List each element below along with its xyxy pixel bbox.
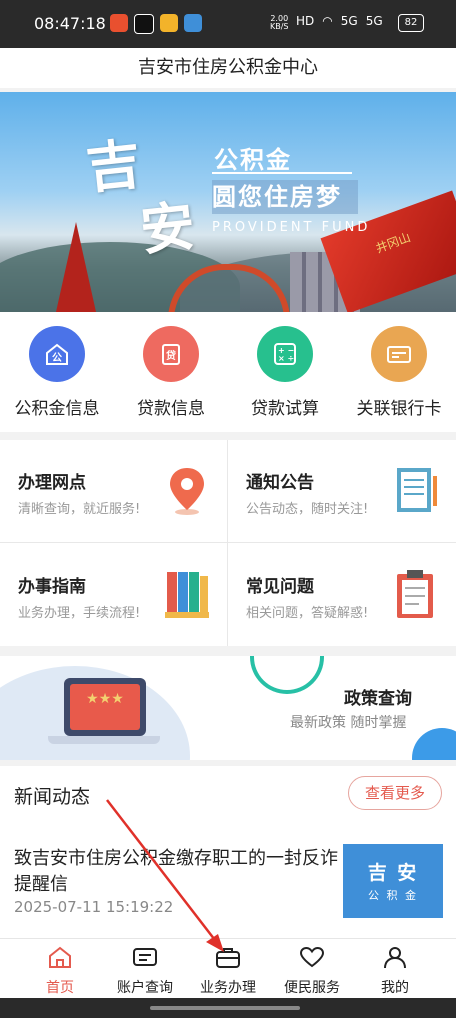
briefcase-icon xyxy=(216,948,240,968)
cell-title: 常见问题 xyxy=(246,577,314,597)
wifi-icon: ◠ xyxy=(322,14,333,28)
thumb-subtitle: 公 积 金 xyxy=(368,889,418,902)
cell-subtitle: 业务办理，手续流程! xyxy=(18,606,141,621)
tab-label: 我的 xyxy=(381,980,409,996)
bank-card-icon xyxy=(371,326,427,382)
app-notification-icon xyxy=(110,14,128,32)
cell-subtitle: 清晰查询，就近服务! xyxy=(18,502,141,517)
cell-service-outlets[interactable]: 办理网点 清晰查询，就近服务! xyxy=(0,440,227,542)
quick-fund-info[interactable]: 公 公积金信息 xyxy=(0,326,114,419)
cell-title: 通知公告 xyxy=(246,473,314,493)
system-nav-bar xyxy=(0,998,456,1018)
account-card-icon xyxy=(133,948,157,966)
cell-title: 办事指南 xyxy=(18,577,86,597)
view-more-button[interactable]: 查看更多 xyxy=(348,776,442,810)
hd-icon: HD xyxy=(296,14,315,28)
status-time: 08:47:18 xyxy=(34,14,106,33)
svg-text:贷: 贷 xyxy=(165,349,176,362)
cell-title: 办理网点 xyxy=(18,473,86,493)
quick-loan-info[interactable]: 贷 贷款信息 xyxy=(114,326,228,419)
status-bar: 08:47:18 2.00 KB/S HD ◠ 5G 5G 82 xyxy=(0,0,456,48)
quick-label: 贷款试算 xyxy=(251,399,319,419)
tab-home[interactable]: 首页 xyxy=(15,945,105,997)
page-title: 吉安市住房公积金中心 xyxy=(0,48,456,88)
binders-icon xyxy=(165,572,209,618)
svg-text:公: 公 xyxy=(52,352,62,364)
battery-icon: 82 xyxy=(398,14,424,32)
news-item-thumbnail[interactable]: 吉 安 公 积 金 xyxy=(343,844,443,918)
signal-icon: 5G xyxy=(340,14,358,28)
cell-notices[interactable]: 通知公告 公告动态，随时关注! xyxy=(228,440,455,542)
tab-label: 便民服务 xyxy=(284,980,340,996)
cell-subtitle: 相关问题，答疑解惑! xyxy=(246,606,369,621)
house-icon: 公 xyxy=(29,326,85,382)
user-icon xyxy=(384,947,406,969)
news-item-title[interactable]: 致吉安市住房公积金缴存职工的一封反诈提醒信 xyxy=(14,846,344,898)
banner-monument xyxy=(56,222,96,312)
thumb-title: 吉 安 xyxy=(367,862,419,884)
tab-business[interactable]: 业务办理 xyxy=(183,945,273,997)
cell-faq[interactable]: 常见问题 相关问题，答疑解惑! xyxy=(228,544,455,646)
banner[interactable]: 井冈山 吉 安 公积金 圆您住房梦 PROVIDENT FUND xyxy=(0,92,456,312)
app-notification-icon xyxy=(184,14,202,32)
laptop-base xyxy=(48,736,160,744)
quick-bank-card[interactable]: 关联银行卡 xyxy=(342,326,456,419)
news-heading: 新闻动态 xyxy=(14,786,91,808)
net-speed: 2.00 KB/S xyxy=(270,14,289,31)
bottom-tab-bar: 首页 账户查询 业务办理 便民服务 我的 xyxy=(0,938,456,999)
quick-label: 公积金信息 xyxy=(14,399,100,419)
tab-label: 账户查询 xyxy=(117,980,173,996)
banner-slogan: 圆您住房梦 xyxy=(212,180,358,214)
app-notification-icon xyxy=(160,14,178,32)
news-section: 新闻动态 查看更多 致吉安市住房公积金缴存职工的一封反诈提醒信 2025-07-… xyxy=(0,766,456,938)
quick-access: 公 公积金信息 贷 贷款信息 + − × ÷ 贷款试算 关联银行卡 xyxy=(0,312,456,432)
signal-icon: 5G xyxy=(365,14,383,28)
cell-service-guide[interactable]: 办事指南 业务办理，手续流程! xyxy=(0,544,227,646)
quick-loan-calculator[interactable]: + − × ÷ 贷款试算 xyxy=(228,326,342,419)
signal-icons: HD ◠ 5G 5G xyxy=(296,14,383,28)
heart-icon xyxy=(299,946,325,968)
tab-account-query[interactable]: 账户查询 xyxy=(100,945,190,997)
banner-line1: 公积金 xyxy=(214,146,292,174)
laptop-screen: ★★★ xyxy=(70,684,140,730)
news-item-date: 2025-07-11 15:19:22 xyxy=(14,898,174,916)
banner-title-char: 安 xyxy=(137,193,198,263)
calculator-icon: + − × ÷ xyxy=(257,326,313,382)
tab-label: 业务办理 xyxy=(200,980,256,996)
grid-divider xyxy=(0,542,456,543)
svg-text:× ÷: × ÷ xyxy=(278,354,294,363)
notice-document-icon xyxy=(397,468,437,512)
tab-label: 首页 xyxy=(46,980,74,996)
policy-query-banner[interactable]: ★★★ 政策查询 最新政策 随时掌握 xyxy=(0,656,456,760)
loan-icon: 贷 xyxy=(143,326,199,382)
banner-divider xyxy=(212,172,352,174)
tab-mine[interactable]: 我的 xyxy=(350,945,440,997)
clipboard-icon xyxy=(397,570,433,618)
banner-english: PROVIDENT FUND xyxy=(212,220,371,235)
policy-subtitle: 最新政策 随时掌握 xyxy=(290,715,407,731)
tab-convenience[interactable]: 便民服务 xyxy=(267,945,357,997)
home-icon xyxy=(49,946,71,968)
quick-label: 贷款信息 xyxy=(137,399,205,419)
grid-divider xyxy=(227,440,228,646)
service-grid: 办理网点 清晰查询，就近服务! 通知公告 公告动态，随时关注! 办事指南 业务办… xyxy=(0,440,456,646)
notification-icons xyxy=(110,14,202,34)
policy-decoration xyxy=(250,656,324,694)
tiktok-icon xyxy=(134,14,154,34)
cell-subtitle: 公告动态，随时关注! xyxy=(246,502,369,517)
location-pin-icon xyxy=(170,468,204,515)
policy-decoration xyxy=(412,728,456,760)
quick-label: 关联银行卡 xyxy=(356,399,442,419)
policy-title: 政策查询 xyxy=(344,689,412,709)
home-gesture-bar[interactable] xyxy=(150,1006,300,1010)
banner-title-char: 吉 xyxy=(83,131,144,201)
